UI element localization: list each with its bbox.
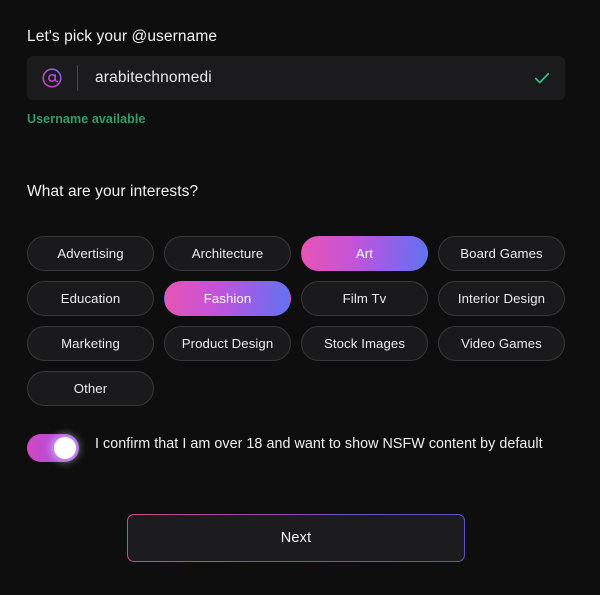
username-heading: Let's pick your @username: [27, 28, 218, 45]
interest-chip[interactable]: Fashion: [164, 281, 291, 316]
interest-chip[interactable]: Film Tv: [301, 281, 428, 316]
interest-chip[interactable]: Board Games: [438, 236, 565, 271]
next-button[interactable]: Next: [127, 514, 465, 562]
interest-chip[interactable]: Art: [301, 236, 428, 271]
interest-chip[interactable]: Marketing: [27, 326, 154, 361]
interest-chip[interactable]: Education: [27, 281, 154, 316]
interest-chip[interactable]: Video Games: [438, 326, 565, 361]
username-input-field[interactable]: arabitechnomedi: [27, 56, 565, 100]
nsfw-toggle-knob: [54, 437, 76, 459]
nsfw-confirm-row: I confirm that I am over 18 and want to …: [27, 432, 567, 462]
nsfw-toggle[interactable]: [27, 434, 79, 462]
username-input-value[interactable]: arabitechnomedi: [78, 69, 519, 87]
interest-chip[interactable]: Architecture: [164, 236, 291, 271]
interest-chip[interactable]: Product Design: [164, 326, 291, 361]
username-status-message: Username available: [27, 112, 146, 126]
interest-chip[interactable]: Other: [27, 371, 154, 406]
check-icon: [519, 68, 565, 88]
onboarding-screen: Let's pick your @username arabitechnomed…: [0, 0, 600, 595]
nsfw-toggle-label: I confirm that I am over 18 and want to …: [95, 436, 543, 452]
interest-chip[interactable]: Advertising: [27, 236, 154, 271]
next-button-label: Next: [128, 515, 464, 561]
interests-heading: What are your interests?: [27, 183, 199, 200]
interest-chip[interactable]: Interior Design: [438, 281, 565, 316]
interest-chip-group: Advertising Architecture Art Board Games…: [27, 236, 573, 406]
interest-chip[interactable]: Stock Images: [301, 326, 428, 361]
at-icon: [27, 67, 77, 89]
